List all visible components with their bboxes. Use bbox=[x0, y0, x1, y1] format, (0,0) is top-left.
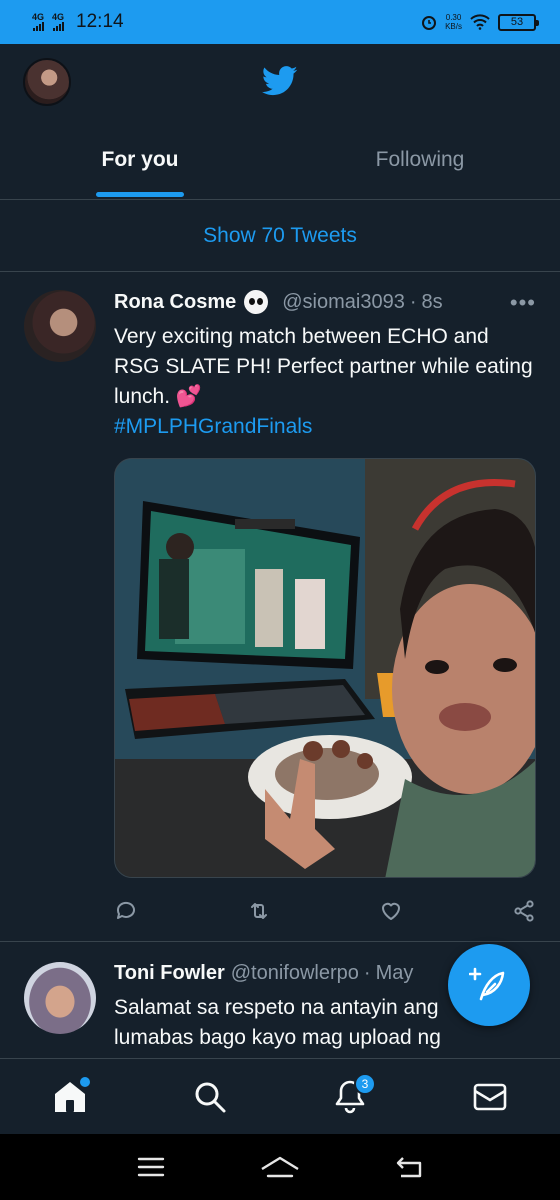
reply-icon[interactable] bbox=[114, 899, 138, 923]
alarm-icon bbox=[422, 16, 437, 30]
status-right: 0.30 KB/s 53 bbox=[421, 13, 539, 31]
author-name[interactable]: Rona Cosme bbox=[114, 291, 236, 314]
network-type-label: 4G bbox=[52, 12, 65, 22]
new-content-dot bbox=[80, 1076, 90, 1087]
recent-apps-icon[interactable] bbox=[137, 1156, 165, 1178]
tweet-timestamp[interactable]: 8s bbox=[422, 291, 443, 314]
header: For you Following bbox=[0, 44, 560, 200]
tab-for-you[interactable]: For you bbox=[0, 132, 280, 200]
tweet-text: Salamat sa respeto na antayin ang lumaba… bbox=[114, 996, 441, 1049]
battery-icon: 53 bbox=[498, 13, 539, 31]
back-icon[interactable] bbox=[395, 1155, 423, 1179]
tweet-header: Rona Cosme @siomai3093 · 8s ••• bbox=[114, 290, 536, 316]
network-indicator-2: 4G bbox=[52, 13, 64, 31]
profile-avatar[interactable] bbox=[23, 58, 71, 106]
nav-notifications[interactable]: 3 bbox=[330, 1072, 376, 1117]
show-new-tweets-button[interactable]: Show 70 Tweets bbox=[0, 200, 560, 272]
nav-home[interactable] bbox=[50, 1076, 90, 1117]
author-name[interactable]: Toni Fowler bbox=[114, 962, 225, 985]
network-speed: 0.30 KB/s bbox=[445, 13, 462, 31]
tab-label: Following bbox=[375, 148, 465, 171]
two-hearts-emoji-icon: 💕 bbox=[175, 385, 203, 408]
tab-following[interactable]: Following bbox=[280, 132, 560, 200]
status-left: 4G 4G 12:14 bbox=[32, 11, 124, 33]
like-icon[interactable] bbox=[379, 899, 403, 923]
network-indicator-1: 4G bbox=[32, 13, 44, 31]
author-handle[interactable]: @siomai3093 bbox=[282, 291, 405, 314]
author-handle[interactable]: @tonifowlerpo bbox=[231, 962, 359, 985]
tweet-content: Rona Cosme @siomai3093 · 8s ••• Very exc… bbox=[114, 290, 536, 442]
notification-count-badge: 3 bbox=[354, 1072, 376, 1095]
photo-illustration bbox=[115, 459, 535, 877]
signal-bars-icon bbox=[32, 22, 44, 31]
compose-tweet-button[interactable] bbox=[448, 944, 530, 1026]
signal-bars-icon bbox=[52, 22, 64, 31]
search-icon bbox=[195, 1082, 226, 1112]
tweet-actions bbox=[114, 896, 536, 926]
timeline-tabs: For you Following bbox=[0, 132, 560, 200]
battery-level: 53 bbox=[510, 16, 524, 28]
twitter-bird-icon bbox=[262, 66, 298, 96]
home-button-icon[interactable] bbox=[260, 1155, 300, 1179]
tab-label: For you bbox=[101, 148, 179, 171]
more-options-icon[interactable]: ••• bbox=[510, 290, 536, 316]
avatar[interactable] bbox=[24, 962, 96, 1034]
nav-messages[interactable] bbox=[470, 1077, 510, 1117]
status-bar: 4G 4G 12:14 0.30 KB/s 53 bbox=[0, 0, 560, 44]
network-type-label: 4G bbox=[32, 12, 45, 22]
tweet-photo[interactable] bbox=[114, 458, 536, 878]
tweet[interactable]: Rona Cosme @siomai3093 · 8s ••• Very exc… bbox=[0, 272, 560, 942]
avatar[interactable] bbox=[24, 290, 96, 362]
tweet-text: Very exciting match between ECHO and RSG… bbox=[114, 322, 536, 412]
share-icon[interactable] bbox=[512, 899, 536, 923]
system-navigation-bar bbox=[0, 1134, 560, 1200]
speed-unit: KB/s bbox=[445, 22, 462, 31]
panda-emoji-icon bbox=[244, 290, 269, 314]
compose-feather-icon bbox=[469, 967, 505, 1001]
wifi-icon bbox=[470, 14, 490, 30]
hashtag-link[interactable]: #MPLPHGrandFinals bbox=[114, 412, 536, 442]
tweet-timestamp[interactable]: May bbox=[376, 962, 414, 985]
speed-value: 0.30 bbox=[445, 13, 462, 22]
active-tab-indicator bbox=[96, 192, 184, 197]
clock: 12:14 bbox=[76, 11, 124, 32]
mail-icon bbox=[473, 1083, 507, 1110]
nav-search[interactable] bbox=[190, 1077, 230, 1117]
separator: · bbox=[363, 962, 371, 984]
retweet-icon[interactable] bbox=[247, 899, 271, 923]
bottom-navigation: 3 bbox=[0, 1058, 560, 1134]
separator: · bbox=[409, 290, 417, 313]
